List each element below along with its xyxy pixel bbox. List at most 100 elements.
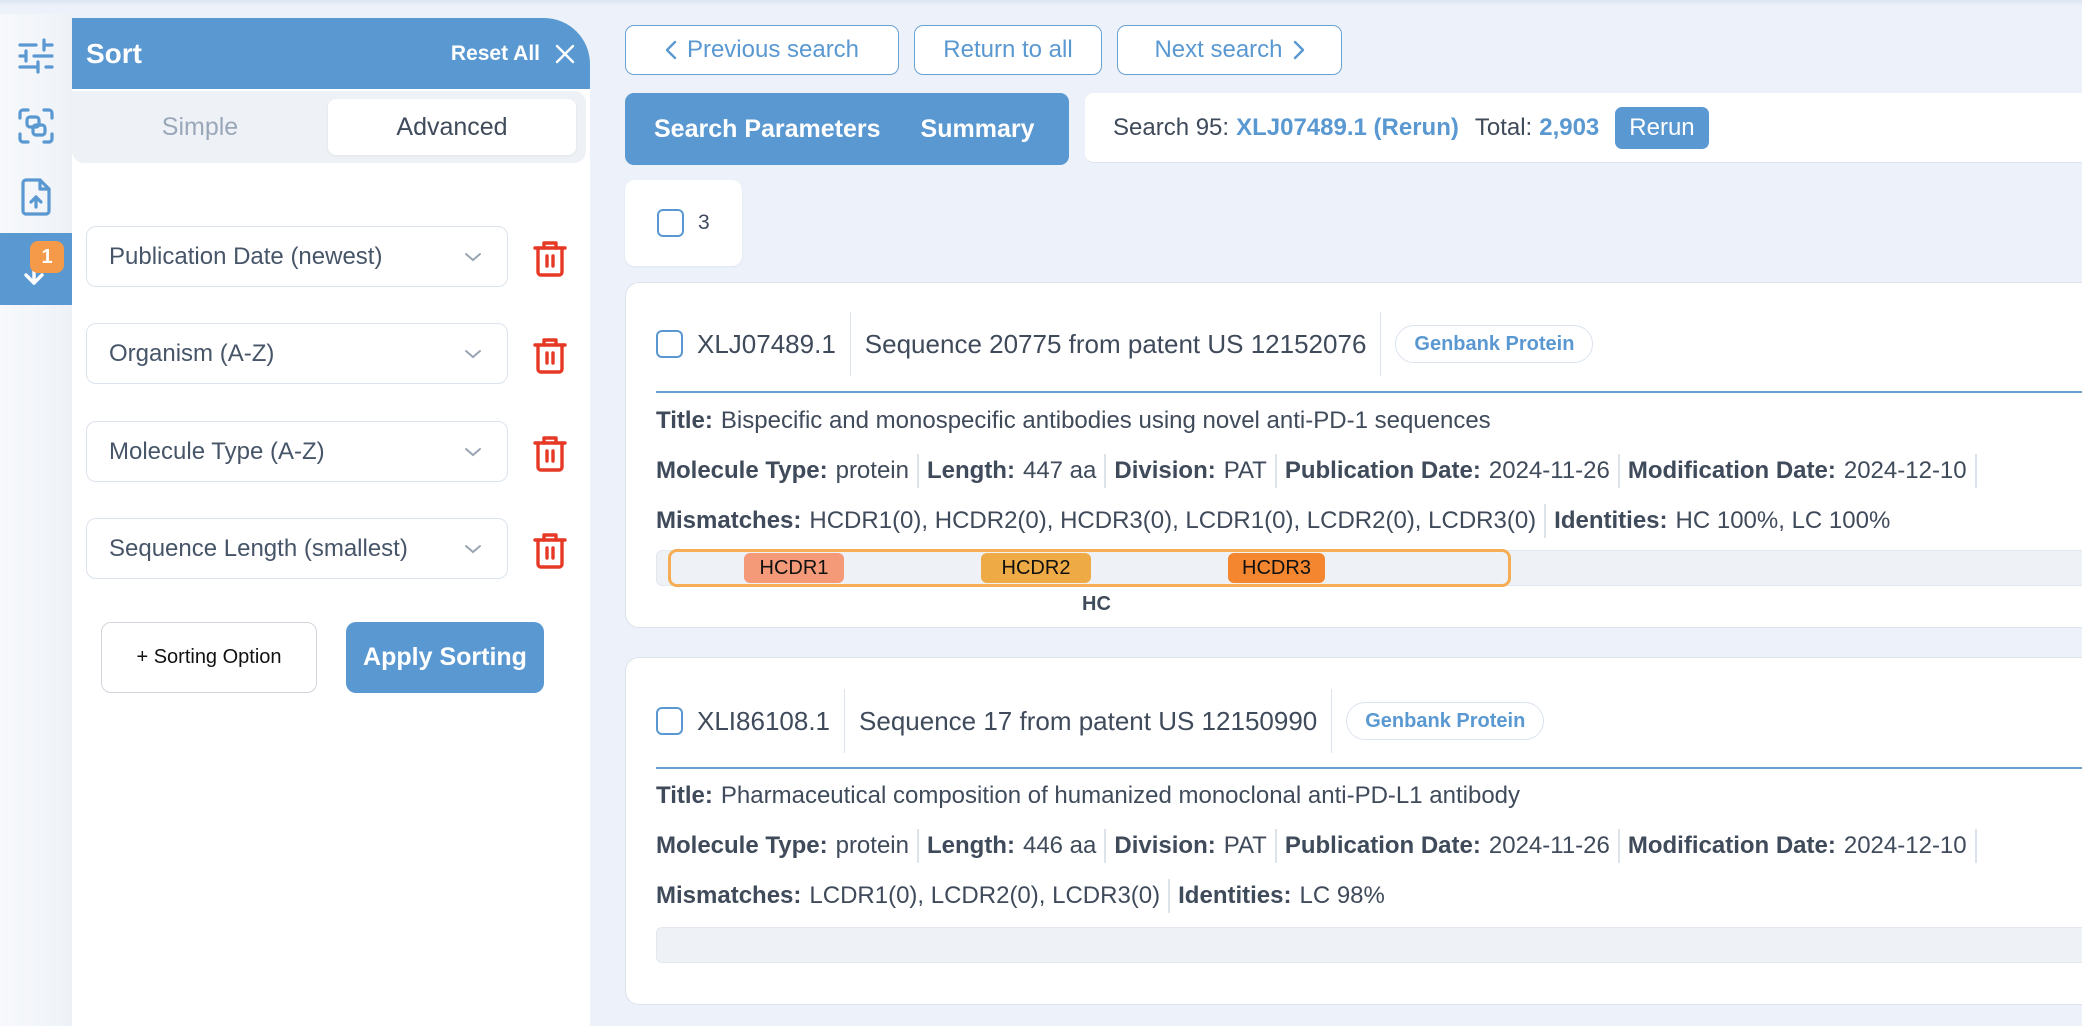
field-value: LCDR1(0), LCDR2(0), LCDR3(0): [809, 882, 1161, 909]
sort-option-select[interactable]: Organism (A-Z): [86, 323, 508, 384]
close-icon[interactable]: [554, 43, 576, 65]
identities-field: Identities: HC 100%, LC 100%: [1544, 504, 1898, 538]
metadata-line: Molecule Type: protein Length: 447 aa Divi…: [656, 451, 1993, 491]
chain-label: HC: [1082, 593, 1111, 615]
field-label: Modification Date:: [1627, 457, 1836, 484]
trash-icon[interactable]: [532, 336, 568, 374]
divider: [1380, 312, 1382, 376]
field-label: Molecule Type:: [656, 832, 828, 859]
title-value: Bispecific and monospecific antibodies u…: [720, 407, 1491, 434]
hcdr3-region[interactable]: HCDR3: [1228, 553, 1325, 583]
sort-option-label: Organism (A-Z): [109, 339, 275, 367]
field-value: protein: [835, 457, 909, 484]
tab-summary[interactable]: Summary: [921, 115, 1035, 144]
sort-option-row: Sequence Length (smallest): [86, 518, 586, 580]
return-to-all-label: Return to all: [943, 36, 1073, 63]
sort-option-select[interactable]: Molecule Type (A-Z): [86, 421, 508, 482]
sort-option-select[interactable]: Sequence Length (smallest): [86, 518, 508, 579]
title-label: Title:: [656, 407, 713, 434]
header-divider: [656, 767, 2082, 769]
molecule-type-field: Molecule Type: protein: [656, 829, 917, 863]
result-card: XLI86108.1 Sequence 17 from patent US 12…: [625, 657, 2082, 1005]
chevron-left-icon: [665, 40, 677, 60]
apply-sorting-button[interactable]: Apply Sorting: [346, 622, 544, 693]
divider: [1974, 829, 1993, 863]
division-field: Division: PAT: [1104, 454, 1274, 488]
field-value: 2024-11-26: [1488, 832, 1610, 859]
sequence-description: Sequence 17 from patent US 12150990: [859, 705, 1318, 736]
hc-chain-region[interactable]: HCDR1 HCDR2 HCDR3: [668, 549, 1511, 587]
tab-advanced[interactable]: Advanced: [328, 99, 576, 155]
view-tabs: Search Parameters Summary: [625, 93, 1069, 165]
title-line: Title: Pharmaceutical composition of hum…: [656, 776, 1520, 816]
alignment-line: Mismatches: LCDR1(0), LCDR2(0), LCDR3(0) …: [656, 876, 1393, 916]
publication-date-field: Publication Date: 2024-11-26: [1274, 454, 1618, 488]
sort-panel: Sort Reset All Simple Advanced Publicati…: [72, 18, 590, 1026]
total-value: 2,903: [1539, 113, 1600, 141]
result-checkbox[interactable]: [656, 707, 683, 735]
field-label: Length:: [926, 832, 1015, 859]
hcdr2-region[interactable]: HCDR2: [981, 553, 1091, 583]
modification-date-field: Modification Date: 2024-12-10: [1617, 454, 1975, 488]
reset-all-button[interactable]: Reset All: [451, 42, 540, 66]
sliders-icon: [18, 38, 54, 74]
field-label: Publication Date:: [1284, 832, 1481, 859]
mismatches-field: Mismatches: LCDR1(0), LCDR2(0), LCDR3(0): [656, 879, 1168, 913]
sort-option-label: Molecule Type (A-Z): [109, 437, 325, 465]
trash-icon[interactable]: [532, 531, 568, 569]
source-badge[interactable]: Genbank Protein: [1346, 702, 1545, 740]
sort-option-select[interactable]: Publication Date (newest): [86, 226, 508, 287]
trash-icon[interactable]: [532, 239, 568, 277]
sequence-description: Sequence 20775 from patent US 12152076: [864, 328, 1367, 359]
field-value: 2024-12-10: [1843, 457, 1967, 484]
rail-item-compare[interactable]: [0, 90, 72, 162]
result-checkbox[interactable]: [656, 330, 683, 358]
sequence-track: [656, 927, 2082, 963]
trash-icon[interactable]: [532, 434, 568, 472]
rail-item-filters[interactable]: [0, 20, 72, 92]
tab-simple[interactable]: Simple: [72, 99, 328, 155]
sort-mode-tabs: Simple Advanced: [72, 91, 586, 163]
field-value: HCDR1(0), HCDR2(0), HCDR3(0), LCDR1(0), …: [809, 507, 1537, 534]
scan-compare-icon: [18, 108, 54, 144]
identities-field: Identities: LC 98%: [1168, 879, 1393, 913]
search-query-link[interactable]: XLJ07489.1 (Rerun): [1236, 114, 1459, 142]
result-count: 3: [698, 211, 710, 234]
divider: [1331, 689, 1333, 753]
field-value: LC 98%: [1299, 882, 1385, 909]
sort-count-badge: 1: [30, 241, 64, 273]
add-sorting-option-button[interactable]: + Sorting Option: [101, 622, 317, 693]
division-field: Division: PAT: [1104, 829, 1274, 863]
field-value: PAT: [1223, 457, 1267, 484]
sequence-track: HCDR1 HCDR2 HCDR3: [656, 549, 2082, 587]
field-label: Identities:: [1178, 882, 1292, 909]
top-shadow: [0, 0, 2082, 6]
rail-item-sort[interactable]: 1: [0, 233, 72, 305]
field-label: Mismatches:: [656, 882, 802, 909]
select-all-checkbox[interactable]: [657, 209, 684, 237]
field-value: 447 aa: [1022, 457, 1097, 484]
previous-search-button[interactable]: Previous search: [625, 25, 899, 75]
field-label: Publication Date:: [1284, 457, 1481, 484]
chevron-down-icon: [465, 349, 481, 358]
search-number-label: Search 95:: [1113, 113, 1230, 141]
return-to-all-button[interactable]: Return to all: [914, 25, 1102, 75]
sort-panel-header: Sort Reset All: [72, 18, 590, 89]
hcdr1-region[interactable]: HCDR1: [744, 553, 844, 583]
field-label: Modification Date:: [1627, 832, 1836, 859]
accession-id[interactable]: XLI86108.1: [697, 706, 844, 737]
chevron-down-icon: [465, 447, 481, 456]
accession-id[interactable]: XLJ07489.1: [697, 329, 850, 360]
header-divider: [656, 391, 2082, 393]
select-all-box: 3: [625, 180, 742, 266]
chevron-right-icon: [1293, 40, 1304, 60]
publication-date-field: Publication Date: 2024-11-26: [1274, 829, 1618, 863]
source-badge[interactable]: Genbank Protein: [1395, 325, 1594, 363]
rerun-button[interactable]: Rerun: [1615, 106, 1709, 149]
tab-search-parameters[interactable]: Search Parameters: [654, 115, 881, 144]
modification-date-field: Modification Date: 2024-12-10: [1617, 829, 1975, 863]
alignment-line: Mismatches: HCDR1(0), HCDR2(0), HCDR3(0),…: [656, 501, 1898, 541]
field-label: Division:: [1114, 832, 1216, 859]
rail-item-upload[interactable]: [0, 161, 72, 233]
next-search-button[interactable]: Next search: [1117, 25, 1342, 75]
